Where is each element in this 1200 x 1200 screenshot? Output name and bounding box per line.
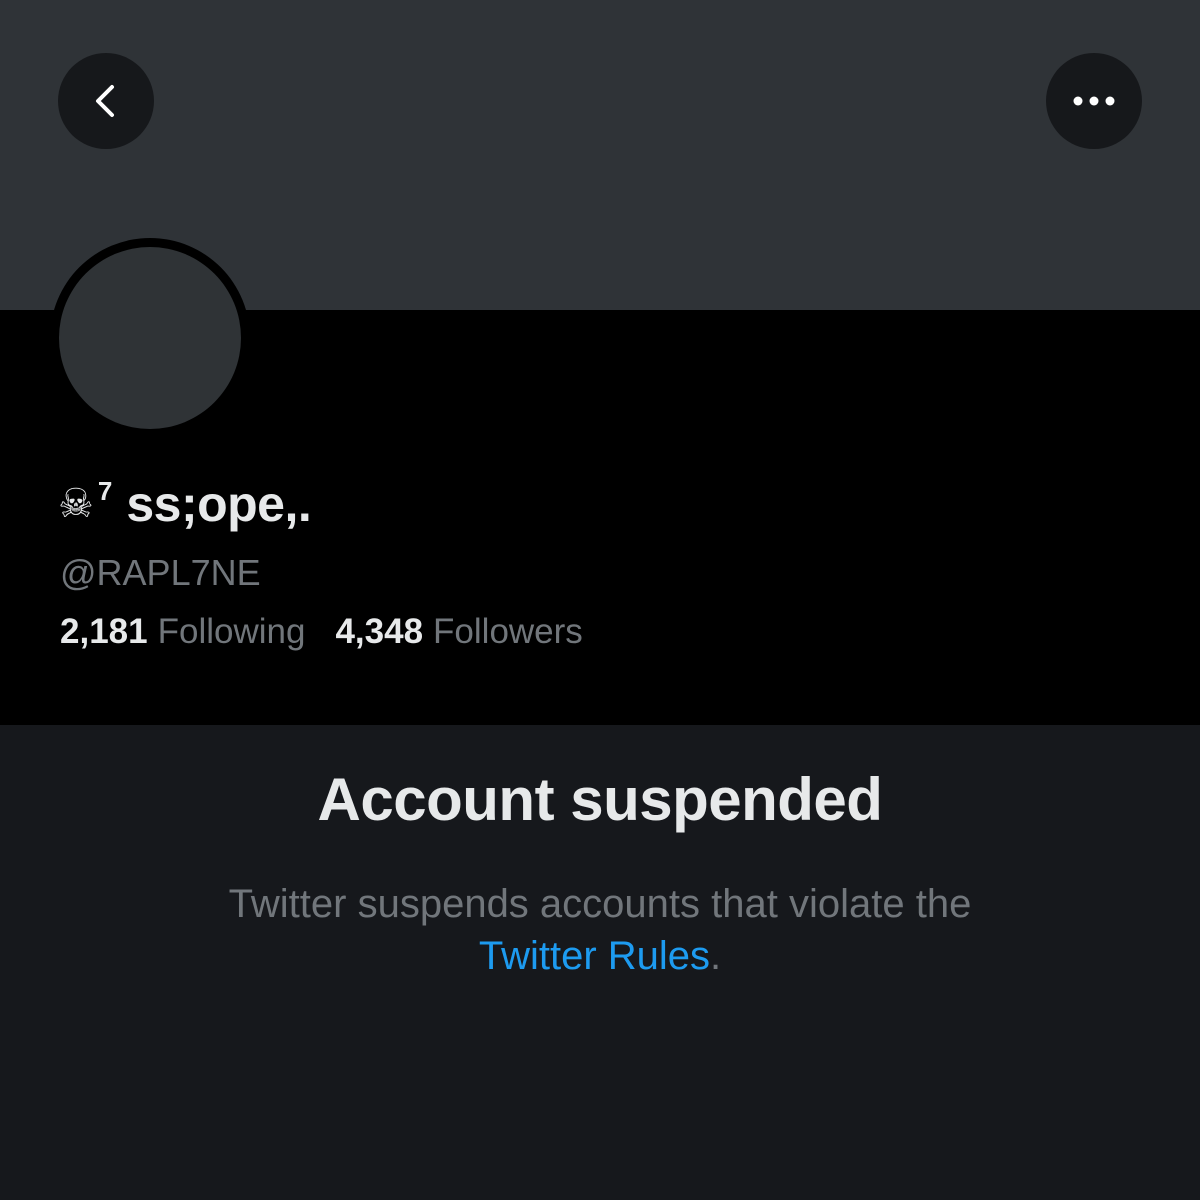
following-stat[interactable]: 2,181 Following <box>60 612 305 652</box>
more-horizontal-icon <box>1073 96 1115 106</box>
suspended-title: Account suspended <box>317 766 883 833</box>
display-name: ☠ 7 ss;ope,. <box>58 474 312 534</box>
avatar-container[interactable] <box>50 238 250 438</box>
following-label: Following <box>157 612 306 651</box>
followers-label: Followers <box>433 612 583 651</box>
followers-stat[interactable]: 4,348 Followers <box>335 612 582 652</box>
skull-crossbones-icon: ☠ <box>58 482 94 526</box>
follow-stats: 2,181 Following 4,348 Followers <box>60 612 613 652</box>
suspended-description-text: Twitter suspends accounts that violate t… <box>228 882 972 926</box>
avatar <box>59 247 241 429</box>
more-options-button[interactable] <box>1046 53 1142 149</box>
twitter-rules-link[interactable]: Twitter Rules <box>479 934 710 978</box>
following-count: 2,181 <box>60 612 148 651</box>
chevron-left-icon <box>96 85 114 117</box>
name-text: ss;ope,. <box>126 476 312 532</box>
user-handle: @RAPL7NE <box>60 552 261 593</box>
back-button[interactable] <box>58 53 154 149</box>
followers-count: 4,348 <box>335 612 424 651</box>
name-superscript: 7 <box>97 476 113 506</box>
description-suffix: . <box>710 934 722 978</box>
suspended-description: Twitter suspends accounts that violate t… <box>150 878 1050 982</box>
